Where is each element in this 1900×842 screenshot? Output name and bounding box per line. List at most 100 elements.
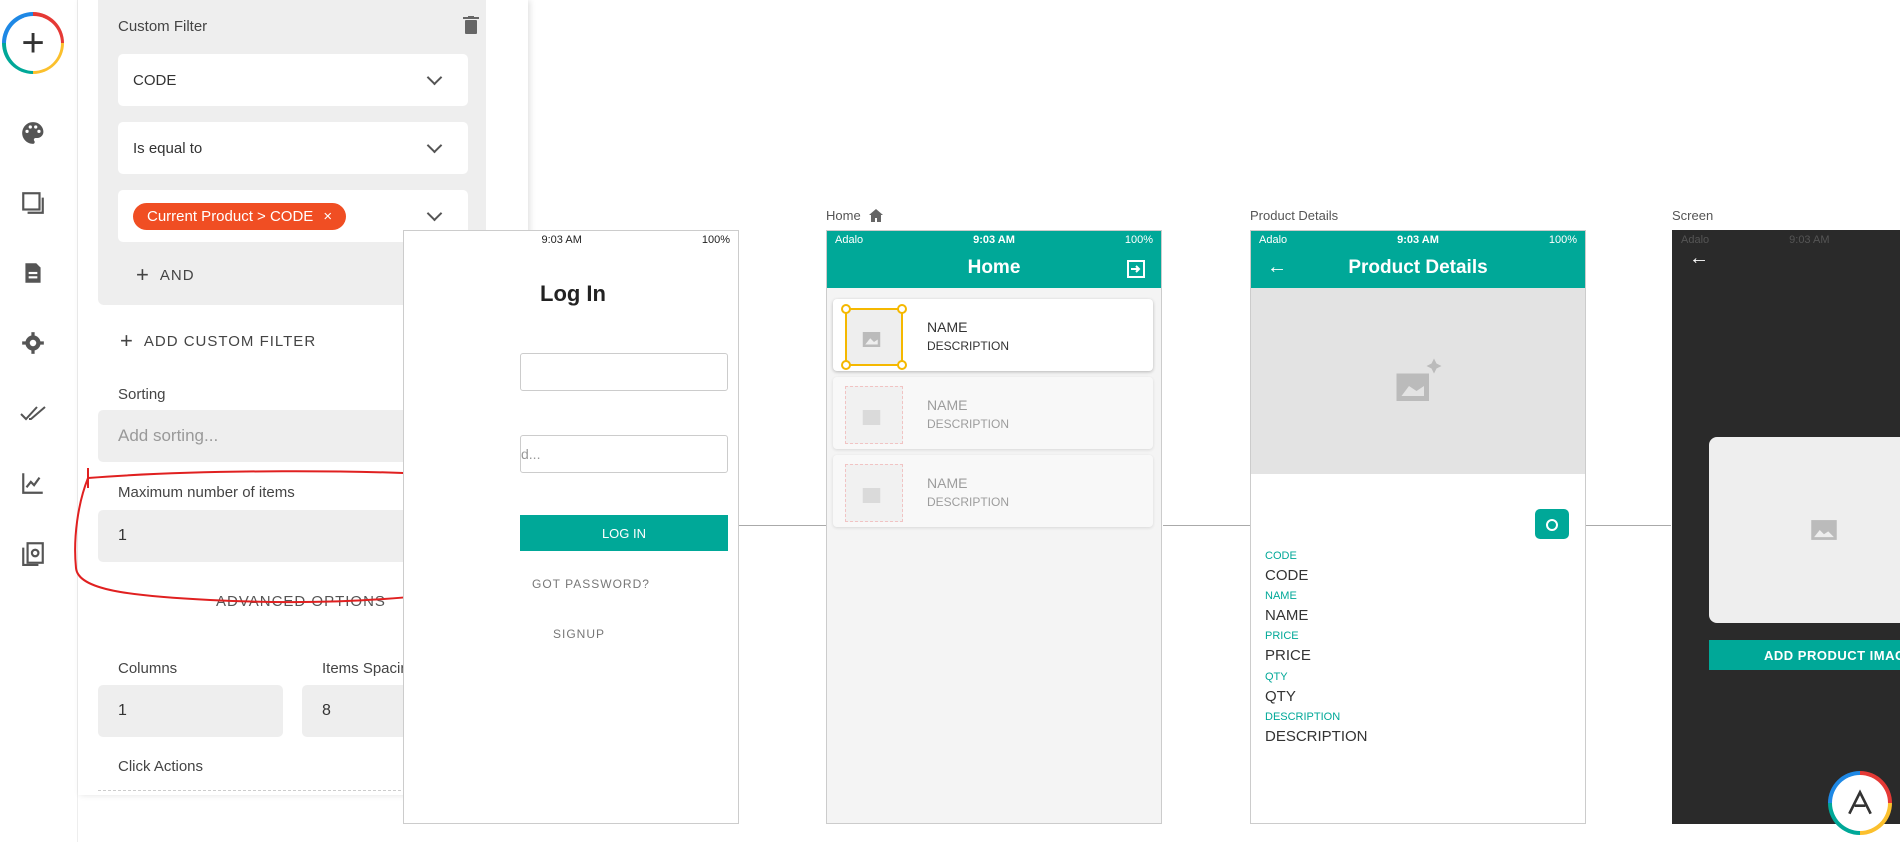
dark-screen-label: Screen xyxy=(1672,208,1714,223)
add-component-button[interactable]: + xyxy=(2,12,64,74)
trash-icon[interactable] xyxy=(463,16,479,39)
dark-carrier: Adalo xyxy=(1681,233,1710,246)
item-description: DESCRIPTION xyxy=(927,495,1010,509)
plus-icon: + xyxy=(136,262,150,287)
palette-icon[interactable] xyxy=(18,118,48,148)
product-image-icon xyxy=(1251,288,1585,474)
columns-value: 1 xyxy=(118,702,127,719)
add-custom-filter-label: ADD CUSTOM FILTER xyxy=(143,332,317,350)
field-label: QTY xyxy=(1265,671,1288,683)
sorting-placeholder: Add sorting... xyxy=(118,426,219,445)
filter-field-value: CODE xyxy=(133,71,177,89)
login-email-input[interactable] xyxy=(520,353,728,391)
back-arrow-icon[interactable]: ← xyxy=(1267,256,1287,279)
forgot-password-link[interactable]: GOT PASSWORD? xyxy=(532,577,650,591)
login-time: 9:03 AM xyxy=(541,233,582,246)
login-title: Log In xyxy=(540,281,606,306)
chevron-down-icon xyxy=(426,137,443,154)
field-value: DESCRIPTION xyxy=(1265,728,1368,745)
item-description: DESCRIPTION xyxy=(927,417,1010,431)
connector-home-details xyxy=(1163,525,1251,526)
and-label: AND xyxy=(159,266,195,284)
list-item[interactable]: NAME DESCRIPTION xyxy=(833,299,1153,371)
sorting-label: Sorting xyxy=(118,386,166,403)
product-details-screen[interactable]: Adalo 9:03 AM 100% ← Product Details COD… xyxy=(1250,230,1586,824)
image-placeholder-icon xyxy=(841,304,907,370)
home-status-bar: Adalo 9:03 AM 100% xyxy=(827,231,1161,248)
plus-icon: + xyxy=(120,328,134,353)
analytics-icon[interactable] xyxy=(18,468,48,498)
field-value: CODE xyxy=(1265,567,1309,584)
connector-login-home xyxy=(738,525,826,526)
click-actions-label: Click Actions xyxy=(118,758,204,775)
field-value: PRICE xyxy=(1265,647,1311,664)
home-screen-label: Home xyxy=(826,208,883,223)
database-icon[interactable] xyxy=(18,258,48,288)
field-label: DESCRIPTION xyxy=(1265,711,1341,723)
back-arrow-icon[interactable]: ← xyxy=(1689,247,1709,270)
add-custom-filter-button[interactable]: + ADD CUSTOM FILTER xyxy=(120,328,316,354)
list-item[interactable]: NAME DESCRIPTION xyxy=(833,377,1153,449)
home-icon xyxy=(868,209,883,222)
and-button[interactable]: + AND xyxy=(136,262,195,288)
items-spacing-value: 8 xyxy=(322,702,331,719)
custom-filter-title: Custom Filter xyxy=(118,18,208,35)
home-screen[interactable]: Adalo 9:03 AM 100% Home NAME DESCRIPTION… xyxy=(826,230,1162,824)
filter-value-chip[interactable]: Current Product > CODE × xyxy=(133,202,347,230)
item-name: NAME xyxy=(927,475,968,491)
field-label: CODE xyxy=(1265,550,1297,562)
image-placeholder-icon xyxy=(845,386,903,444)
image-placeholder-icon xyxy=(1709,437,1900,623)
details-screen-label: Product Details xyxy=(1250,208,1339,223)
item-description: DESCRIPTION xyxy=(927,339,1010,353)
login-status-bar: 9:03 AM 100% xyxy=(404,231,738,248)
columns-label: Columns xyxy=(118,660,178,677)
plus-icon: + xyxy=(5,15,61,71)
login-screen[interactable]: 9:03 AM 100% Log In d... LOG IN GOT PASS… xyxy=(403,230,739,824)
add-product-image-button[interactable]: ADD PRODUCT IMAG xyxy=(1709,640,1900,670)
chip-remove-icon[interactable]: × xyxy=(323,208,332,225)
app-canvas: 9:03 AM 100% Log In d... LOG IN GOT PASS… xyxy=(403,0,1900,842)
field-label: PRICE xyxy=(1265,630,1299,642)
logout-icon[interactable] xyxy=(1127,260,1145,278)
home-header-title: Home xyxy=(967,257,1021,278)
details-header-title: Product Details xyxy=(1348,257,1488,278)
home-time: 9:03 AM xyxy=(973,233,1015,246)
signup-link[interactable]: SIGNUP xyxy=(553,627,605,641)
list-item[interactable]: NAME DESCRIPTION xyxy=(833,455,1153,527)
field-value: NAME xyxy=(1265,607,1309,624)
login-battery: 100% xyxy=(701,233,730,246)
chevron-down-icon xyxy=(426,69,443,86)
screens-icon[interactable] xyxy=(18,188,48,218)
clone-check-icon[interactable] xyxy=(18,538,48,568)
dark-status-bar: Adalo 9:03 AM xyxy=(1673,231,1900,248)
camera-icon[interactable] xyxy=(1535,509,1569,539)
add-product-image-label: ADD PRODUCT IMAG xyxy=(1764,647,1900,663)
login-password-input[interactable]: d... xyxy=(520,435,728,473)
details-battery: 100% xyxy=(1548,233,1577,246)
dark-time: 9:03 AM xyxy=(1789,233,1830,246)
filter-operator-select[interactable]: Is equal to xyxy=(118,122,468,174)
home-header: Home xyxy=(827,248,1161,288)
chip-text: Current Product > CODE xyxy=(147,207,314,225)
details-header: ← Product Details xyxy=(1251,248,1585,288)
adalo-logo-icon xyxy=(1832,775,1888,831)
image-screen[interactable]: Adalo 9:03 AM ← ADD PRODUCT IMAG xyxy=(1672,230,1900,824)
gear-icon[interactable] xyxy=(18,328,48,358)
filter-field-select[interactable]: CODE xyxy=(118,54,468,106)
image-placeholder-icon xyxy=(845,464,903,522)
details-time: 9:03 AM xyxy=(1397,233,1439,246)
publish-check-icon[interactable] xyxy=(18,398,48,428)
connector-details-screen xyxy=(1583,525,1671,526)
login-button[interactable]: LOG IN xyxy=(520,515,728,551)
item-name: NAME xyxy=(927,397,968,413)
login-button-label: LOG IN xyxy=(601,525,647,541)
home-carrier: Adalo xyxy=(835,233,864,246)
left-toolbar: + xyxy=(0,0,78,842)
adalo-helper-logo[interactable] xyxy=(1828,771,1892,835)
field-value: QTY xyxy=(1265,688,1296,705)
columns-input[interactable]: 1 xyxy=(98,685,283,737)
item-name: NAME xyxy=(927,319,968,335)
field-label: NAME xyxy=(1265,590,1297,602)
details-status-bar: Adalo 9:03 AM 100% xyxy=(1251,231,1585,248)
